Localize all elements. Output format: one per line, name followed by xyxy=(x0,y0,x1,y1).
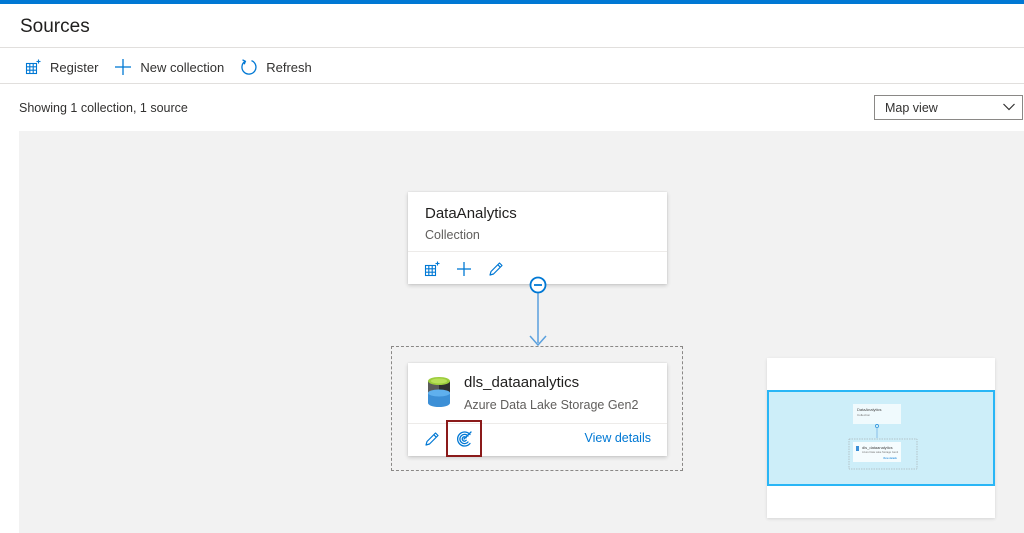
data-lake-storage-icon xyxy=(427,376,451,408)
register-button[interactable]: Register xyxy=(24,58,98,76)
pencil-icon xyxy=(425,432,439,446)
source-name: dls_dataanalytics xyxy=(464,374,580,391)
refresh-button[interactable]: Refresh xyxy=(240,58,312,76)
top-accent-bar xyxy=(0,0,1024,4)
collection-edit-button[interactable] xyxy=(486,259,506,279)
new-collection-label: New collection xyxy=(140,59,225,75)
card-divider xyxy=(408,251,667,252)
register-label: Register xyxy=(50,59,99,75)
source-card[interactable]: dls_dataanalytics Azure Data Lake Storag… xyxy=(408,363,667,457)
minimap-collection-type: Collection xyxy=(857,413,871,417)
chevron-down-icon xyxy=(1002,99,1016,117)
refresh-icon xyxy=(240,58,258,76)
minimap-source-type: Azure Data Lake Storage Gen2 xyxy=(862,450,899,454)
register-grid-icon xyxy=(24,58,42,76)
view-mode-value: Map view xyxy=(885,100,938,115)
new-collection-button[interactable]: New collection xyxy=(114,58,224,76)
header-divider xyxy=(0,47,1024,48)
collection-actions xyxy=(422,259,518,279)
page-title: Sources xyxy=(20,16,90,37)
view-details-link[interactable]: View details xyxy=(585,431,651,445)
summary-text: Showing 1 collection, 1 source xyxy=(19,101,188,115)
view-mode-dropdown[interactable]: Map view xyxy=(874,95,1023,120)
collapse-minus-icon[interactable] xyxy=(528,275,548,295)
toolbar: Register New collection Refresh xyxy=(24,56,328,78)
minimap[interactable]: DataAnalytics Collection dls_dataanalyti… xyxy=(767,358,995,518)
minimap-source-name: dls_dataanalytics xyxy=(862,445,893,450)
toolbar-divider xyxy=(0,83,1024,84)
source-type: Azure Data Lake Storage Gen2 xyxy=(464,398,639,412)
collection-type: Collection xyxy=(425,228,480,242)
pencil-icon xyxy=(489,262,503,276)
scan-highlight-box xyxy=(446,420,482,457)
collection-card[interactable]: DataAnalytics Collection xyxy=(408,192,667,284)
map-canvas[interactable]: DataAnalytics Collection dls_dataanalyti… xyxy=(19,131,1024,533)
plus-icon xyxy=(114,58,132,76)
source-edit-button[interactable] xyxy=(422,429,442,449)
minimap-collection-name: DataAnalytics xyxy=(857,407,881,412)
minimap-preview: DataAnalytics Collection dls_dataanalyti… xyxy=(848,404,918,470)
minimap-view-details: View details xyxy=(883,456,897,460)
collection-add-button[interactable] xyxy=(454,259,474,279)
refresh-label: Refresh xyxy=(266,59,312,75)
collection-name: DataAnalytics xyxy=(425,205,517,222)
plus-icon xyxy=(457,262,471,276)
collection-register-button[interactable] xyxy=(422,259,442,279)
register-grid-icon xyxy=(424,261,440,277)
